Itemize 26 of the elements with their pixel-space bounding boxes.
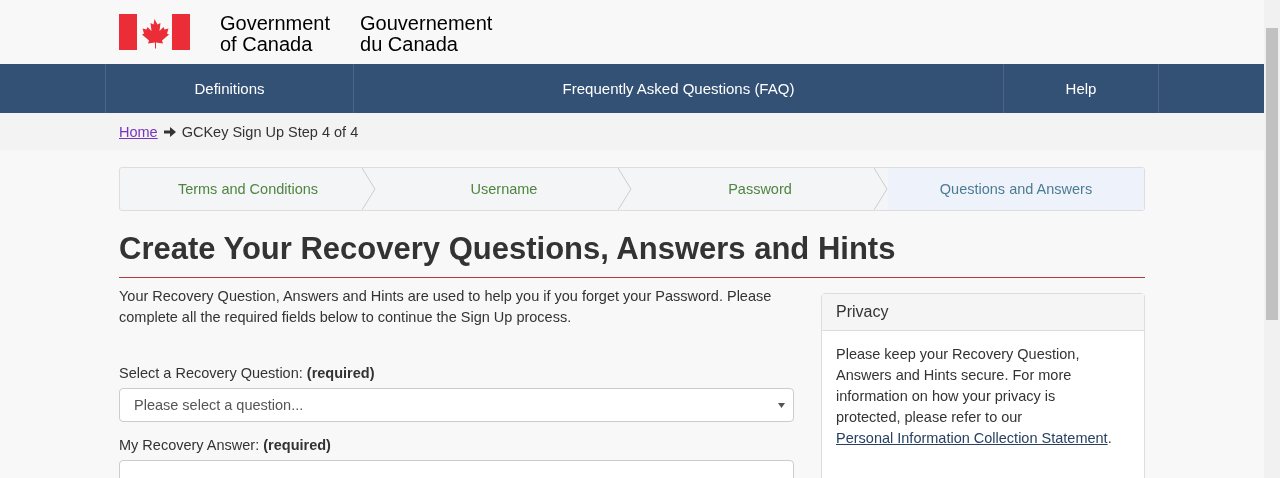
privacy-link[interactable]: Personal Information Collection Statement [836,430,1108,446]
canada-flag-icon [119,14,190,50]
page-title: Create Your Recovery Questions, Answers and Hints [119,231,1145,278]
signature-text: du Canada [360,34,459,55]
menu-item[interactable]: Help [1004,64,1158,113]
panel-title: Privacy [836,303,889,321]
progress-step: Password [632,168,888,210]
breadcrumb-current: GCKey Sign Up Step 4 of 4 [181,123,359,140]
question-dropdown[interactable]: Please select a question... [119,388,794,422]
progress-step: Questions and Answers [888,168,1144,210]
chevron-icon [618,168,632,210]
chevron-icon [874,168,888,210]
progress-step: Username [376,168,632,210]
caret-icon [778,402,785,408]
signature-text: Government [220,13,331,34]
privacy-text: Please keep your Recovery Question, Answers and Hints secure. For more information on how your privacy is protected, please refer to our Personal Information Collection Statement. [836,345,1113,448]
scrollbar[interactable] [1264,0,1280,478]
intro-text: Your Recovery Question, Answers and Hints are used to help you if you forget your Password. Please complete all the required fields below to continue the Sign Up process. [119,287,773,327]
signature-text: of Canada [220,34,314,55]
arrow-icon [163,126,176,137]
breadcrumb-link[interactable]: Home [119,123,158,140]
progress-step: Terms and Conditions [120,168,376,210]
field-label: My Recovery Answer: (required) [119,437,332,453]
chevron-icon [362,168,376,210]
field-label: Select a Recovery Question: (required) [119,365,376,381]
signature-text: Gouvernement [360,13,493,34]
